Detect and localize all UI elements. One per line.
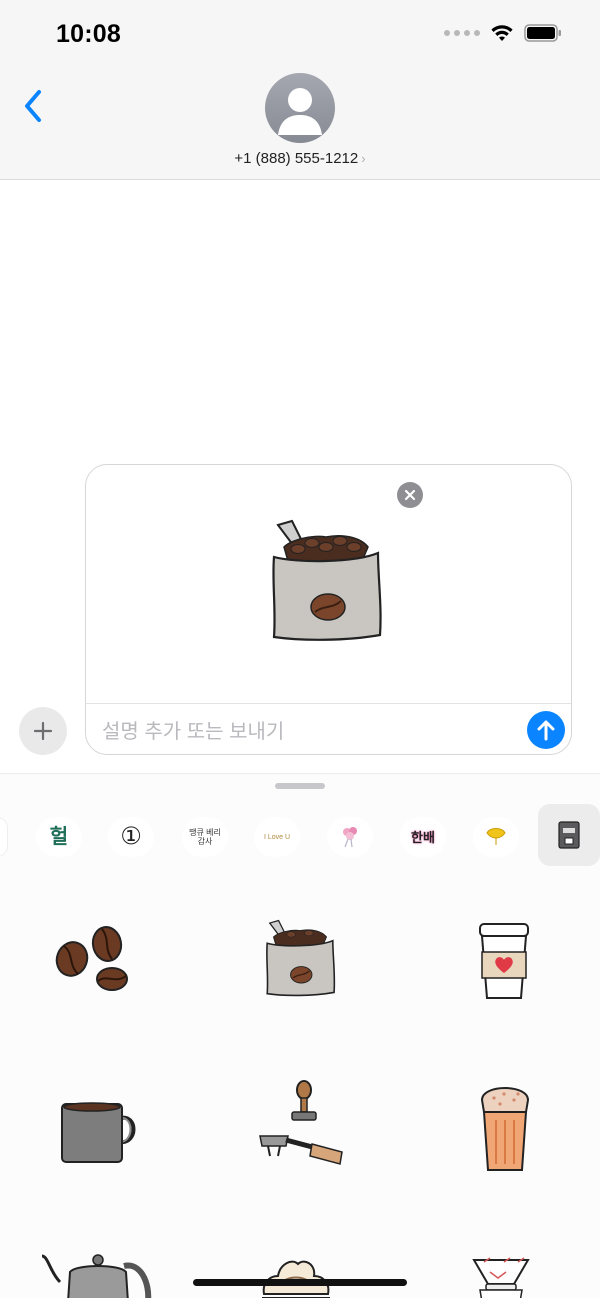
status-time: 10:08 xyxy=(56,20,121,48)
pour-over-kettle-sticker xyxy=(41,1254,152,1298)
sticker-iced-latte[interactable] xyxy=(476,1084,534,1179)
takeaway-cup-sticker xyxy=(479,923,529,999)
apps-plus-button[interactable] xyxy=(19,707,67,755)
sticker-app-coffee[interactable] xyxy=(538,804,600,866)
sticker-app-numbers[interactable]: ① xyxy=(108,814,154,860)
arrow-up-icon xyxy=(537,720,555,741)
sticker-takeaway-cup[interactable] xyxy=(474,920,534,1007)
compose-divider xyxy=(86,703,571,704)
sticker-pour-over-kettle[interactable] xyxy=(40,1252,152,1298)
sticker-coffee-mug[interactable] xyxy=(58,1096,138,1171)
sticker-app-heol[interactable]: 헐 xyxy=(36,814,82,860)
sticker-coffee-beans[interactable] xyxy=(52,924,132,1004)
coffee-bag-sticker xyxy=(266,919,336,997)
battery-icon xyxy=(524,24,561,42)
home-indicator[interactable] xyxy=(193,1279,407,1286)
sticker-drawer: 헐 ① 땡큐 베리감사 I Love U 한배 xyxy=(0,773,600,1298)
close-icon xyxy=(404,489,416,501)
sticker-portafilter-tamper[interactable] xyxy=(256,1080,346,1177)
app-label-i-love-u: I Love U xyxy=(263,833,291,841)
app-strip-edge xyxy=(0,817,8,857)
sticker-app-flowers[interactable] xyxy=(327,814,373,860)
conversation-header: 10:08 +1 (888) 555-1212 › xyxy=(0,0,600,180)
contact-chevron-icon: › xyxy=(361,151,366,166)
sticker-whipped-drink[interactable] xyxy=(258,1254,334,1298)
app-label-hanbae: 한배 xyxy=(411,829,435,845)
sticker-pour-over-dripper[interactable] xyxy=(470,1252,532,1298)
ginkgo-leaf-icon xyxy=(486,828,506,845)
pour-over-dripper-sticker xyxy=(472,1257,530,1298)
coffee-machine-icon xyxy=(558,821,580,849)
remove-attachment-button[interactable] xyxy=(397,482,423,508)
coffee-mug-sticker xyxy=(61,1102,136,1163)
messages-screen: 10:08 +1 (888) 555-1212 › 설명 추가 또는 보내기 헐… xyxy=(0,0,600,1298)
whipped-drink-sticker xyxy=(262,1260,330,1298)
contact-number: +1 (888) 555-1212 xyxy=(234,150,359,167)
app-label-heol: 헐 xyxy=(49,826,69,848)
contact-name[interactable]: +1 (888) 555-1212 › xyxy=(0,150,600,167)
message-compose-field[interactable]: 설명 추가 또는 보내기 xyxy=(85,464,572,755)
person-silhouette-icon xyxy=(278,88,322,135)
cellular-signal-icon xyxy=(444,30,480,36)
plus-icon xyxy=(33,721,53,741)
sticker-app-hanbae[interactable]: 한배 xyxy=(400,814,446,860)
back-chevron-icon[interactable] xyxy=(20,86,46,126)
send-button[interactable] xyxy=(527,711,565,749)
iced-latte-sticker xyxy=(480,1087,530,1171)
app-label-numbers: ① xyxy=(120,823,142,850)
status-indicators xyxy=(444,24,562,42)
wifi-icon xyxy=(491,25,513,41)
app-label-ttangyu: 땡큐 베리감사 xyxy=(189,828,221,846)
sticker-app-strip[interactable]: 헐 ① 땡큐 베리감사 I Love U 한배 xyxy=(0,804,600,866)
contact-avatar[interactable] xyxy=(265,73,335,143)
flower-bouquet-icon xyxy=(343,827,357,848)
sticker-app-ginkgo[interactable] xyxy=(473,814,519,860)
attached-sticker-coffee-bag xyxy=(266,517,386,652)
sticker-coffee-bag[interactable] xyxy=(262,918,338,1005)
sticker-app-ttangyu[interactable]: 땡큐 베리감사 xyxy=(182,814,228,860)
message-input-placeholder[interactable]: 설명 추가 또는 보내기 xyxy=(102,715,284,744)
sticker-app-i-love-u[interactable]: I Love U xyxy=(254,814,300,860)
coffee-beans-sticker xyxy=(55,926,128,991)
drawer-grabber[interactable] xyxy=(275,783,325,789)
portafilter-tamper-sticker xyxy=(259,1080,343,1165)
